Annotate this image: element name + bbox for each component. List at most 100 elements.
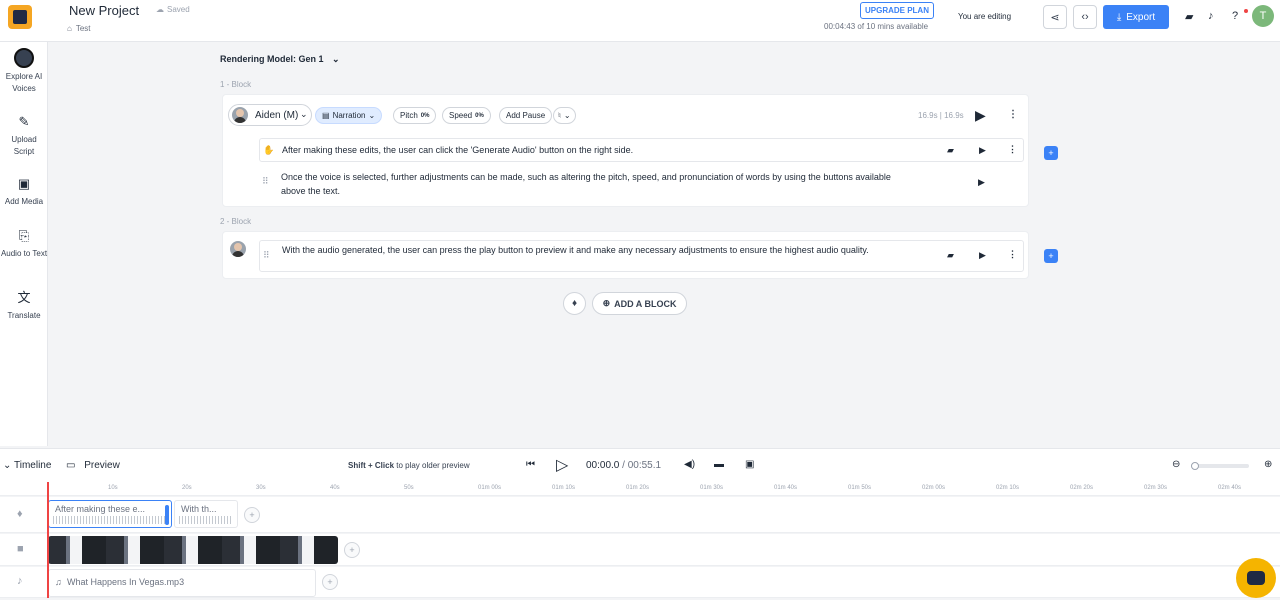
timeline-header: ⌄ Timeline ▭ Preview Shift + Click to pl… [0, 448, 1280, 482]
ruler-tick-label: 10s [108, 485, 118, 491]
clapperboard-icon[interactable]: ▬ [714, 459, 724, 470]
share-button[interactable]: ⋖ [1043, 5, 1067, 29]
add-video-clip-button[interactable]: + [344, 542, 360, 558]
volume-icon[interactable]: ◀) [684, 459, 695, 470]
block-menu-icon[interactable]: ⋮ [1008, 109, 1018, 120]
preview-icon: ▭ [66, 460, 76, 471]
subtitles-icon[interactable]: ▣ [745, 459, 754, 470]
voice-clip[interactable]: After making these e... [48, 500, 172, 528]
sidebar-item-label: Add Media [4, 197, 44, 206]
play-icon[interactable]: ▶ [978, 177, 985, 188]
style-selector[interactable]: ▤ Narration ⌄ [315, 107, 383, 124]
sidebar-item-upload-script[interactable]: ✎ Upload Script [0, 114, 48, 158]
chevron-down-icon: ⌄ [300, 109, 308, 119]
user-avatar[interactable]: T [1252, 5, 1274, 27]
play-icon[interactable]: ▶ [979, 145, 986, 156]
zoom-slider[interactable] [1191, 462, 1249, 470]
chevron-down-icon: ⌄ [368, 111, 376, 120]
rendering-model-select[interactable]: Rendering Model: Gen 1 ⌄ [220, 54, 340, 65]
chevron-down-icon: ⌄ [563, 111, 571, 120]
pronunciation-icon: ♮ [558, 111, 561, 120]
ruler-tick-label: 02m 00s [922, 485, 946, 491]
zoom-in-icon[interactable]: ⊕ [1264, 459, 1272, 470]
upload-script-icon: ✎ [18, 114, 30, 129]
breadcrumb[interactable]: ⌂ Test [67, 24, 91, 33]
paragraph-text[interactable]: With the audio generated, the user can p… [282, 243, 922, 257]
paragraph-menu-icon[interactable]: ⋮ [1008, 144, 1017, 155]
ruler-tick-label: 50s [404, 485, 414, 491]
sidebar-item-translate[interactable]: 文 Translate [0, 291, 48, 322]
comment-icon[interactable]: ▰ [947, 145, 954, 156]
add-pause-button[interactable]: Add Pause [499, 107, 553, 124]
play-icon[interactable]: ▶ [979, 250, 986, 261]
sidebar-item-label: Audio to Text [0, 249, 48, 258]
sidebar-item-audio-to-text[interactable]: ⎘ Audio to Text [0, 229, 48, 260]
clip-resize-handle[interactable] [165, 505, 169, 525]
drag-handle-icon[interactable]: ⠿ [262, 176, 269, 187]
comment-icon[interactable]: ▰ [947, 250, 954, 261]
music-clip[interactable]: ♫ What Happens In Vegas.mp3 [48, 569, 316, 597]
paragraph-text[interactable]: After making these edits, the user can c… [282, 143, 633, 157]
style-label: Narration [332, 111, 366, 120]
help-icon[interactable]: ? [1232, 10, 1238, 22]
embed-button[interactable]: ‹› [1073, 5, 1097, 29]
voice-clip[interactable]: With th... [174, 500, 238, 528]
ruler-tick-label: 30s [256, 485, 266, 491]
ruler-tick-label: 02m 30s [1144, 485, 1168, 491]
record-voice-button[interactable]: ♦ [563, 292, 586, 315]
add-paragraph-button[interactable]: + [1044, 249, 1058, 263]
play-block-button[interactable]: ▶ [975, 107, 986, 124]
paragraph-menu-icon[interactable]: ⋮ [1008, 249, 1017, 260]
ruler-tick-label: 01m 10s [552, 485, 576, 491]
drag-handle-icon[interactable]: ⠿ [263, 250, 270, 261]
pitch-button[interactable]: Pitch 0% [393, 107, 437, 124]
pitch-value: 0% [420, 112, 430, 119]
zoom-out-icon[interactable]: ⊖ [1172, 459, 1180, 470]
block-label: 1 - Block [220, 80, 252, 89]
tab-label: Preview [84, 460, 120, 471]
sidebar-item-label: Translate [7, 311, 41, 320]
timeline-ruler: 10s 20s 30s 40s 50s 01m 00s 01m 10s 01m 20s 01m … [0, 482, 1280, 496]
support-chat-button[interactable] [1236, 558, 1276, 598]
total-time: / 00:55.1 [622, 460, 662, 471]
tab-timeline[interactable]: ⌄ Timeline [3, 460, 51, 471]
paragraph-2[interactable]: ⠿ Once the voice is selected, further ad… [259, 168, 1024, 200]
pronunciation-button[interactable]: ♮ ⌄ [553, 107, 576, 124]
mic-icon: ♦ [571, 298, 578, 309]
app-logo[interactable] [8, 5, 32, 29]
add-block-label: ADD A BLOCK [614, 298, 677, 309]
upgrade-plan-button[interactable]: UPGRADE PLAN [860, 2, 934, 19]
bell-icon[interactable]: ♪ [1208, 10, 1214, 22]
project-title[interactable]: New Project [69, 3, 139, 18]
paragraph-text[interactable]: Once the voice is selected, further adju… [281, 170, 901, 198]
home-icon: ⌂ [67, 24, 72, 33]
timeline-playhead[interactable] [47, 482, 49, 598]
voice-clip-label: After making these e... [55, 504, 146, 514]
sidebar-item-add-media[interactable]: ▣ Add Media [0, 177, 48, 208]
tab-preview[interactable]: ▭ Preview [66, 460, 120, 471]
add-paragraph-button[interactable]: + [1044, 146, 1058, 160]
sidebar-item-explore-ai-voices[interactable]: Explore AI Voices [0, 48, 48, 95]
video-clip[interactable] [48, 536, 338, 564]
time-readout: 00:00.0 / 00:55.1 [586, 460, 661, 471]
ruler-tick-label: 02m 10s [996, 485, 1020, 491]
export-button[interactable]: ⤓ Export [1103, 5, 1169, 29]
zoom-slider-handle[interactable] [1191, 462, 1199, 470]
add-music-clip-button[interactable]: + [322, 574, 338, 590]
skip-back-icon[interactable]: ⏮ [526, 459, 535, 470]
cloud-icon: ☁ [156, 5, 164, 14]
comment-icon[interactable]: ▰ [1185, 10, 1193, 23]
add-voice-clip-button[interactable]: + [244, 507, 260, 523]
voice-avatar[interactable] [230, 241, 246, 257]
voice-selector[interactable]: Aiden (M) ⌄ [228, 104, 312, 126]
paragraph-3[interactable]: ⠿ With the audio generated, the user can… [259, 240, 1024, 272]
speed-button[interactable]: Speed 0% [442, 107, 491, 124]
add-block-button[interactable]: ⊕ ADD A BLOCK [592, 292, 687, 315]
play-timeline-button[interactable]: ▷ [556, 455, 568, 475]
block-duration: 16.9s | 16.9s [918, 111, 964, 120]
paragraph-1[interactable]: ✋ After making these edits, the user can… [259, 138, 1024, 162]
code-icon: ‹› [1081, 11, 1089, 23]
ruler-tick-label: 01m 20s [626, 485, 650, 491]
voice-name: Aiden (M) [255, 110, 299, 121]
tab-label: Timeline [14, 460, 52, 471]
